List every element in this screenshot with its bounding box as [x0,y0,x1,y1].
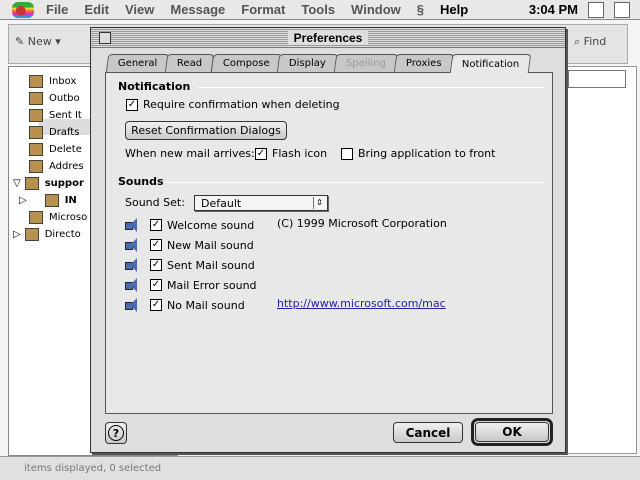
ok-button[interactable]: OK [475,422,549,442]
folder-drafts[interactable]: Drafts [29,124,79,140]
copyright-text: (C) 1999 Microsoft Corporation [277,217,447,230]
new-button[interactable]: ✎ New ▾ [15,35,61,48]
flash-icon-checkbox[interactable]: ✓ [255,147,267,160]
directory-icon [24,227,39,241]
folder-directory[interactable]: ▷ Directo [13,226,81,242]
tab-bar: General Read Compose Display Spelling Pr… [105,54,532,73]
help-icon: ? [108,425,124,441]
folder-inbox[interactable]: Inbox [29,73,76,89]
computer-icon [24,176,39,190]
microsoft-link[interactable]: http://www.microsoft.com/mac [277,297,446,310]
find-icon: ⌕ [574,35,581,48]
bring-front-checkbox[interactable] [341,147,353,160]
mail-error-sound-checkbox[interactable]: ✓ [150,279,162,291]
notification-divider [198,87,544,88]
message-pane[interactable] [565,66,637,454]
speaker-icon[interactable] [124,237,142,253]
find-button[interactable]: ⌕ Find [574,35,606,49]
tab-spelling[interactable]: Spelling [333,54,399,72]
sent-mail-sound-checkbox[interactable]: ✓ [150,259,162,271]
news-server-icon [29,210,43,224]
tab-notification[interactable]: Notification [449,54,532,73]
speaker-icon[interactable] [124,297,142,313]
preferences-dialog: Preferences General Read Compose Display… [90,27,566,453]
sound-item[interactable]: ✓ Mail Error sound [124,277,257,293]
menu-file[interactable]: File [46,2,68,17]
notification-heading: Notification [118,80,191,93]
menu-clock[interactable]: 3:04 PM [529,2,578,17]
sound-item[interactable]: ✓ Sent Mail sound [124,257,255,273]
close-box-icon[interactable] [99,32,111,44]
folder-address-book[interactable]: Addres [29,158,84,174]
help-button[interactable]: ? [105,422,127,444]
dialog-titlebar[interactable]: Preferences [91,28,565,48]
address-book-icon [29,159,43,173]
menu-tools[interactable]: Tools [301,2,335,17]
status-bar: items displayed, 0 selected [0,456,640,480]
menu-view[interactable]: View [125,2,154,17]
bring-front-row[interactable]: Bring application to front [341,147,495,160]
apple-menu-icon[interactable] [12,1,34,18]
sound-item[interactable]: ✓ No Mail sound [124,297,245,313]
menu-help[interactable]: Help [440,2,468,17]
menu-bar: File Edit View Message Format Tools Wind… [0,0,640,20]
outbox-icon [29,91,43,105]
tab-read[interactable]: Read [165,54,215,72]
notification-panel: Notification ✓ Require confirmation when… [105,72,553,414]
folder-deleted[interactable]: Delete [29,141,82,157]
folder-outbox[interactable]: Outbo [29,90,80,106]
find-field[interactable] [568,70,626,88]
folder-in[interactable]: ▷ IN [19,192,77,208]
menu-window[interactable]: Window [351,2,401,17]
flash-icon-row[interactable]: ✓ Flash icon [255,147,327,160]
sound-item[interactable]: ✓ Welcome sound [124,217,254,233]
sounds-divider [164,182,544,183]
popup-arrows-icon: ⇕ [313,197,325,209]
folder-icon [44,193,59,207]
new-mail-label: When new mail arrives: [125,147,255,160]
tab-display[interactable]: Display [276,54,339,72]
inbox-icon [29,74,43,88]
sent-icon [29,108,43,122]
folder-sent[interactable]: Sent It [29,107,82,123]
menu-edit[interactable]: Edit [84,2,109,17]
require-confirm-checkbox[interactable]: ✓ [126,98,138,111]
application-menu-icon[interactable] [614,1,630,18]
menu-format[interactable]: Format [241,2,285,17]
new-mail-sound-checkbox[interactable]: ✓ [150,239,162,251]
require-confirm-row[interactable]: ✓ Require confirmation when deleting [126,98,340,111]
drafts-icon [29,125,43,139]
speaker-icon[interactable] [124,277,142,293]
welcome-sound-checkbox[interactable]: ✓ [150,219,162,231]
trash-icon [29,142,43,156]
no-mail-sound-checkbox[interactable]: ✓ [150,299,162,311]
speaker-icon[interactable] [124,257,142,273]
reset-confirmation-button[interactable]: Reset Confirmation Dialogs [125,121,287,140]
app-switcher-icon[interactable] [588,1,604,18]
cancel-button[interactable]: Cancel [393,422,463,443]
sound-set-select[interactable]: Default ⇕ [194,195,328,211]
sound-set-label: Sound Set: [125,196,185,209]
folder-support[interactable]: ▽ suppor [13,175,84,191]
folder-microsoft[interactable]: Microso [29,209,87,225]
sound-item[interactable]: ✓ New Mail sound [124,237,254,253]
speaker-icon[interactable] [124,217,142,233]
tab-proxies[interactable]: Proxies [393,54,454,72]
script-menu-icon[interactable]: § [417,2,424,17]
tab-general[interactable]: General [105,54,170,72]
sounds-heading: Sounds [118,175,164,188]
dialog-title: Preferences [287,30,369,45]
menu-message[interactable]: Message [170,2,225,17]
tab-compose[interactable]: Compose [210,54,282,72]
status-text: items displayed, 0 selected [24,463,162,474]
